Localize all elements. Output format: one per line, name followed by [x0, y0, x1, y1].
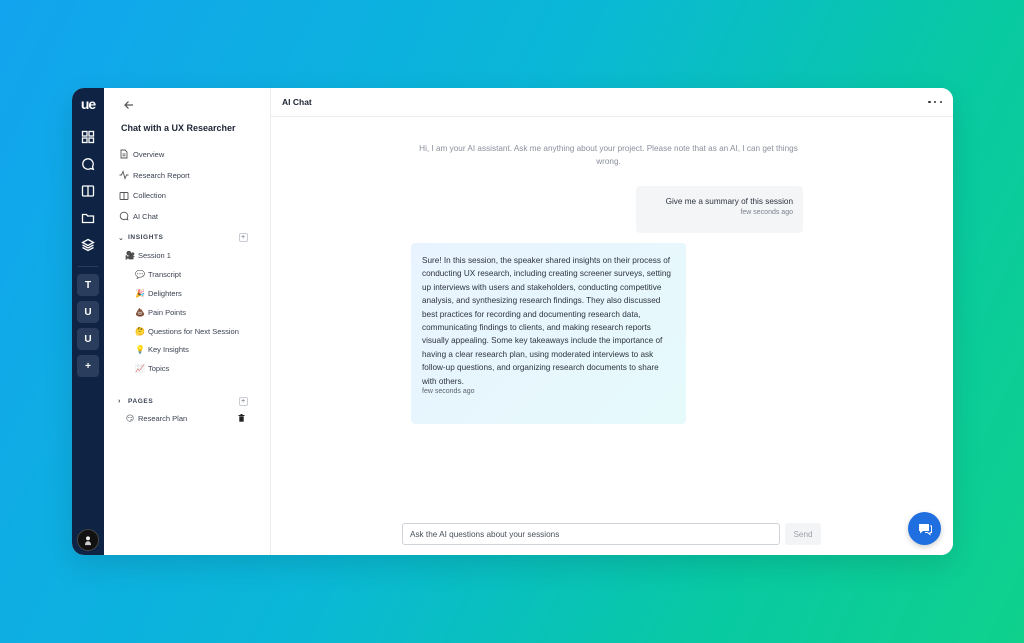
ai-message: Sure! In this session, the speaker share…	[411, 243, 686, 424]
back-arrow-icon[interactable]	[122, 98, 136, 112]
tree-item-transcript[interactable]: 💬 Transcript	[124, 265, 239, 284]
tree-item-label: Key Insights	[148, 345, 189, 355]
sidebar-item-label: Overview	[133, 149, 165, 159]
app-window: ue T U U + Chat with a UX Researcher Ove…	[72, 88, 953, 555]
insights-section-header[interactable]: ⌄ INSIGHTS +	[118, 233, 248, 242]
tree-item-label: Topics	[148, 364, 170, 374]
icon-rail: ue T U U +	[72, 88, 104, 555]
sidebar-item-label: Research Report	[133, 170, 190, 180]
assistant-intro-text: Hi, I am your AI assistant. Ask me anyth…	[419, 144, 798, 166]
user-message: Give me a summary of this session few se…	[636, 186, 803, 233]
tree-item-label: Session 1	[138, 250, 171, 260]
movie-camera-icon: 🎥	[125, 250, 135, 260]
tree-item-label: Delighters	[148, 288, 182, 298]
activity-icon	[119, 170, 129, 180]
chat-support-icon	[918, 523, 932, 536]
sidebar-item-label: AI Chat	[133, 211, 159, 221]
light-bulb-icon: 💡	[135, 345, 145, 355]
add-workspace-button[interactable]: +	[77, 355, 99, 377]
insights-tree: 🎥 Session 1 💬 Transcript 🎉 Delighters 💩 …	[124, 246, 239, 378]
layers-icon[interactable]	[77, 234, 99, 256]
poop-icon: 💩	[135, 307, 145, 317]
speech-bubble-icon: 💬	[135, 269, 145, 279]
sidebar-item-collection[interactable]: Collection	[119, 185, 190, 206]
tree-item-research-plan[interactable]: 😏 Research Plan	[124, 409, 187, 428]
message-text: Give me a summary of this session	[665, 197, 793, 206]
more-options-icon[interactable]	[928, 98, 942, 106]
sidebar-nav: Overview Research Report Collection AI C…	[119, 144, 190, 227]
chevron-down-icon: ⌄	[118, 234, 125, 242]
tree-item-label: Transcript	[148, 269, 182, 279]
pages-section-header[interactable]: › PAGES +	[118, 397, 248, 406]
insights-label: INSIGHTS	[128, 234, 164, 241]
trash-icon[interactable]	[238, 414, 245, 422]
chat-icon	[119, 212, 129, 221]
tree-item-key-insights[interactable]: 💡 Key Insights	[124, 340, 239, 359]
workspace-button-u2[interactable]: U	[77, 328, 99, 350]
tree-item-label: Questions for Next Session	[148, 326, 239, 336]
chat-input[interactable]: Ask the AI questions about your sessions	[402, 523, 780, 545]
sidebar-item-overview[interactable]: Overview	[119, 144, 190, 165]
tree-item-label: Pain Points	[148, 307, 186, 317]
columns-icon	[119, 191, 129, 200]
pages-tree: 😏 Research Plan	[124, 409, 187, 428]
add-insight-icon[interactable]: +	[239, 233, 248, 242]
tree-item-label: Research Plan	[138, 413, 188, 423]
rail-divider	[78, 266, 98, 267]
thinking-face-icon: 🤔	[135, 326, 145, 336]
smirk-face-icon: 😏	[125, 413, 135, 423]
tree-item-session[interactable]: 🎥 Session 1	[124, 246, 239, 265]
pages-label: PAGES	[128, 398, 154, 405]
document-icon	[120, 149, 128, 159]
tree-item-questions[interactable]: 🤔 Questions for Next Session	[124, 322, 239, 341]
tree-item-delighters[interactable]: 🎉 Delighters	[124, 284, 239, 303]
message-timestamp: few seconds ago	[422, 388, 475, 396]
chat-bubble-icon[interactable]	[77, 153, 99, 175]
support-chat-button[interactable]	[908, 512, 941, 545]
workspace-button-u1[interactable]: U	[77, 301, 99, 323]
chat-panel: AI Chat Hi, I am your AI assistant. Ask …	[271, 88, 953, 555]
app-logo[interactable]: ue	[81, 96, 96, 116]
sidebar-item-label: Collection	[133, 191, 166, 201]
party-popper-icon: 🎉	[135, 288, 145, 298]
add-page-icon[interactable]: +	[239, 397, 248, 406]
project-sidebar: Chat with a UX Researcher Overview Resea…	[104, 88, 271, 555]
chevron-right-icon: ›	[118, 398, 121, 405]
send-button[interactable]: Send	[785, 523, 821, 545]
dashboard-icon[interactable]	[77, 126, 99, 148]
avatar[interactable]	[77, 529, 99, 551]
chart-increasing-icon: 📈	[135, 364, 145, 374]
message-timestamp: few seconds ago	[740, 209, 793, 216]
sidebar-item-ai-chat[interactable]: AI Chat	[119, 206, 190, 227]
sidebar-item-research-report[interactable]: Research Report	[119, 165, 190, 186]
book-icon[interactable]	[77, 180, 99, 202]
message-text: Sure! In this session, the speaker share…	[422, 256, 671, 386]
tree-item-topics[interactable]: 📈 Topics	[124, 359, 239, 378]
tree-item-pain-points[interactable]: 💩 Pain Points	[124, 303, 239, 322]
page-title: AI Chat	[282, 97, 312, 107]
folder-icon[interactable]	[77, 207, 99, 229]
project-title: Chat with a UX Researcher	[121, 123, 236, 133]
chat-header: AI Chat	[271, 88, 953, 117]
workspace-button-t[interactable]: T	[77, 274, 99, 296]
